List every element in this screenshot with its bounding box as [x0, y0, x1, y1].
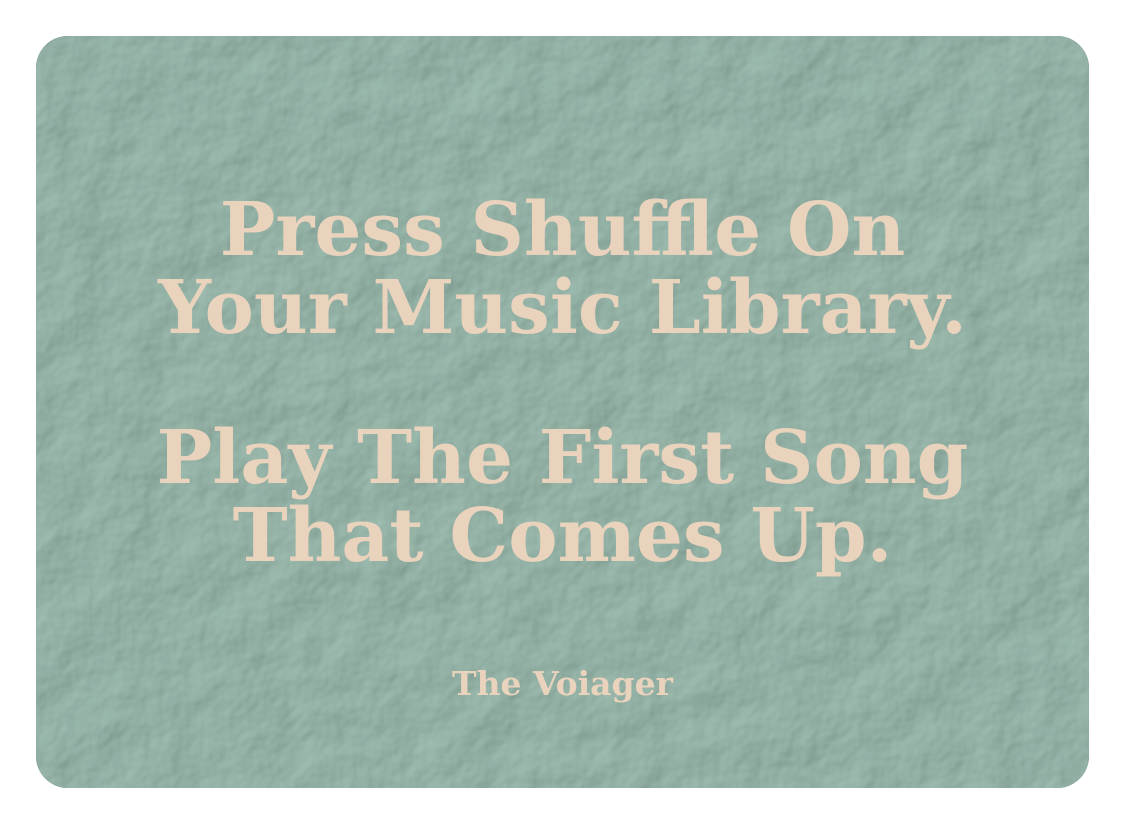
headline-shuffle-line-2: Your Music Library. [158, 265, 967, 351]
headline-shuffle: Press Shuffle On Your Music Library. [36, 191, 1089, 347]
headline-play-line-2: That Comes Up. [232, 493, 893, 579]
attribution: The Voiager [452, 664, 673, 703]
quote-card: Press Shuffle On Your Music Library. Pla… [36, 36, 1089, 788]
card-content: Press Shuffle On Your Music Library. Pla… [36, 36, 1089, 788]
headline-shuffle-line-1: Press Shuffle On [219, 187, 906, 273]
headline-play-line-1: Play The First Song [156, 415, 969, 501]
headline-play: Play The First Song That Comes Up. [36, 419, 1089, 575]
